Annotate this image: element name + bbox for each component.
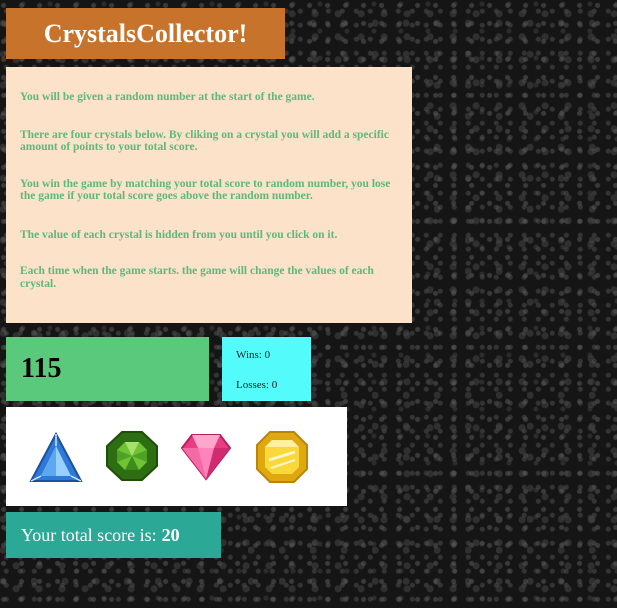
total-score-box: Your total score is: 20 <box>6 512 221 558</box>
losses-count: Losses: 0 <box>236 379 278 391</box>
wins-count: Wins: 0 <box>236 349 271 361</box>
win-loss-panel: Wins: 0 Losses: 0 <box>222 337 311 401</box>
blue-triangle-crystal[interactable] <box>29 432 83 484</box>
random-target-number: 115 <box>6 337 209 401</box>
instruction-2: There are four crystals below. By clikin… <box>20 128 389 154</box>
total-score-label: Your total score is: <box>21 524 157 545</box>
total-score-value: 20 <box>161 524 180 545</box>
green-round-crystal[interactable] <box>105 430 159 482</box>
instruction-1: You will be given a random number at the… <box>20 91 315 103</box>
instruction-3: You win the game by matching your total … <box>20 177 391 203</box>
pink-diamond-crystal[interactable] <box>180 432 232 482</box>
yellow-octagon-crystal-icon <box>256 431 308 483</box>
pink-diamond-crystal-icon <box>180 434 232 481</box>
instruction-4: The value of each crystal is hidden from… <box>20 228 338 241</box>
crystals-panel <box>6 407 347 506</box>
blue-triangle-crystal-icon <box>29 432 83 482</box>
yellow-octagon-crystal[interactable] <box>255 430 309 484</box>
instruction-5: Each time when the game starts. the game… <box>20 265 374 290</box>
instructions-panel: You will be given a random number at the… <box>6 67 412 323</box>
game-title: CrystalsCollector! <box>6 8 285 59</box>
green-round-crystal-icon <box>106 431 158 481</box>
